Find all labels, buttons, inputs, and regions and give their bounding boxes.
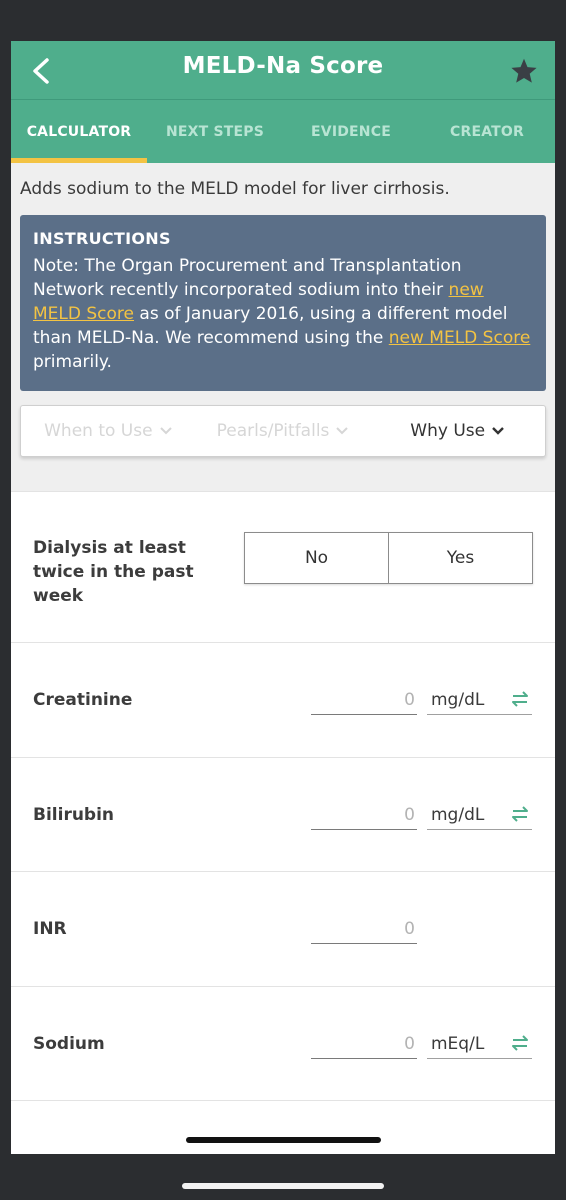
sodium-row: Sodium 0 mEq/L xyxy=(11,986,555,1100)
swap-units-icon xyxy=(512,1035,528,1051)
unit-label: mg/dL xyxy=(431,805,485,825)
instructions-box: INSTRUCTIONS Note: The Organ Procurement… xyxy=(20,215,546,391)
favorite-button[interactable] xyxy=(503,51,545,91)
sodium-unit-selector[interactable]: mEq/L xyxy=(427,1029,532,1059)
system-home-indicator[interactable] xyxy=(182,1183,384,1189)
inr-input[interactable]: 0 xyxy=(311,914,417,944)
page-title: MELD-Na Score xyxy=(182,53,384,79)
star-icon xyxy=(511,58,537,83)
instructions-text-part: Note: The Organ Procurement and Transpla… xyxy=(33,256,462,300)
dialysis-yes-button[interactable]: Yes xyxy=(388,533,532,583)
dialysis-toggle: No Yes xyxy=(244,532,533,584)
new-meld-score-link[interactable]: new MELD Score xyxy=(389,328,531,348)
creatinine-label: Creatinine xyxy=(33,690,133,710)
dialysis-label: Dialysis at least twice in the past week xyxy=(33,538,194,606)
instructions-text-part: primarily. xyxy=(33,352,112,372)
app-header: MELD-Na Score xyxy=(11,41,555,99)
unit-label: mEq/L xyxy=(431,1034,485,1054)
back-button[interactable] xyxy=(21,51,61,91)
chevron-down-icon xyxy=(492,427,504,435)
bilirubin-input[interactable]: 0 xyxy=(311,800,417,830)
app-screen: MELD-Na Score CALCULATOR NEXT STEPS EVID… xyxy=(11,41,555,1154)
accordion-label: Why Use xyxy=(410,421,486,441)
accordion-label: Pearls/Pitfalls xyxy=(216,421,330,441)
tab-evidence[interactable]: EVIDENCE xyxy=(283,100,419,163)
instructions-title: INSTRUCTIONS xyxy=(33,229,171,248)
inr-row: INR 0 xyxy=(11,871,555,986)
when-to-use-toggle[interactable]: When to Use xyxy=(21,421,196,441)
tab-bar: CALCULATOR NEXT STEPS EVIDENCE CREATOR xyxy=(11,99,555,163)
bilirubin-label: Bilirubin xyxy=(33,805,115,825)
home-indicator[interactable] xyxy=(186,1137,381,1143)
chevron-down-icon xyxy=(159,427,172,435)
creatinine-row: Creatinine 0 mg/dL xyxy=(11,642,555,757)
calculator-description: Adds sodium to the MELD model for liver … xyxy=(20,179,450,199)
tab-creator[interactable]: CREATOR xyxy=(419,100,555,163)
next-row xyxy=(11,1100,555,1154)
accordion-label: When to Use xyxy=(44,421,153,441)
tab-calculator[interactable]: CALCULATOR xyxy=(11,100,147,163)
chevron-down-icon xyxy=(336,427,349,435)
unit-label: mg/dL xyxy=(431,690,485,710)
chevron-left-icon xyxy=(33,58,49,84)
bilirubin-unit-selector[interactable]: mg/dL xyxy=(427,800,532,830)
sodium-input[interactable]: 0 xyxy=(311,1029,417,1059)
swap-units-icon xyxy=(512,806,528,822)
creatinine-input[interactable]: 0 xyxy=(311,685,417,715)
why-use-toggle[interactable]: Why Use xyxy=(370,421,545,441)
pearls-pitfalls-toggle[interactable]: Pearls/Pitfalls xyxy=(196,421,371,441)
inr-label: INR xyxy=(33,919,67,939)
bilirubin-row: Bilirubin 0 mg/dL xyxy=(11,757,555,871)
swap-units-icon xyxy=(512,691,528,707)
dialysis-no-button[interactable]: No xyxy=(245,533,388,583)
creatinine-unit-selector[interactable]: mg/dL xyxy=(427,685,532,715)
instructions-text: Note: The Organ Procurement and Transpla… xyxy=(33,254,533,374)
sodium-label: Sodium xyxy=(33,1034,105,1054)
info-accordion: When to Use Pearls/Pitfalls Why Use xyxy=(20,405,546,457)
tab-next-steps[interactable]: NEXT STEPS xyxy=(147,100,283,163)
dialysis-row: Dialysis at least twice in the past week… xyxy=(11,491,555,642)
